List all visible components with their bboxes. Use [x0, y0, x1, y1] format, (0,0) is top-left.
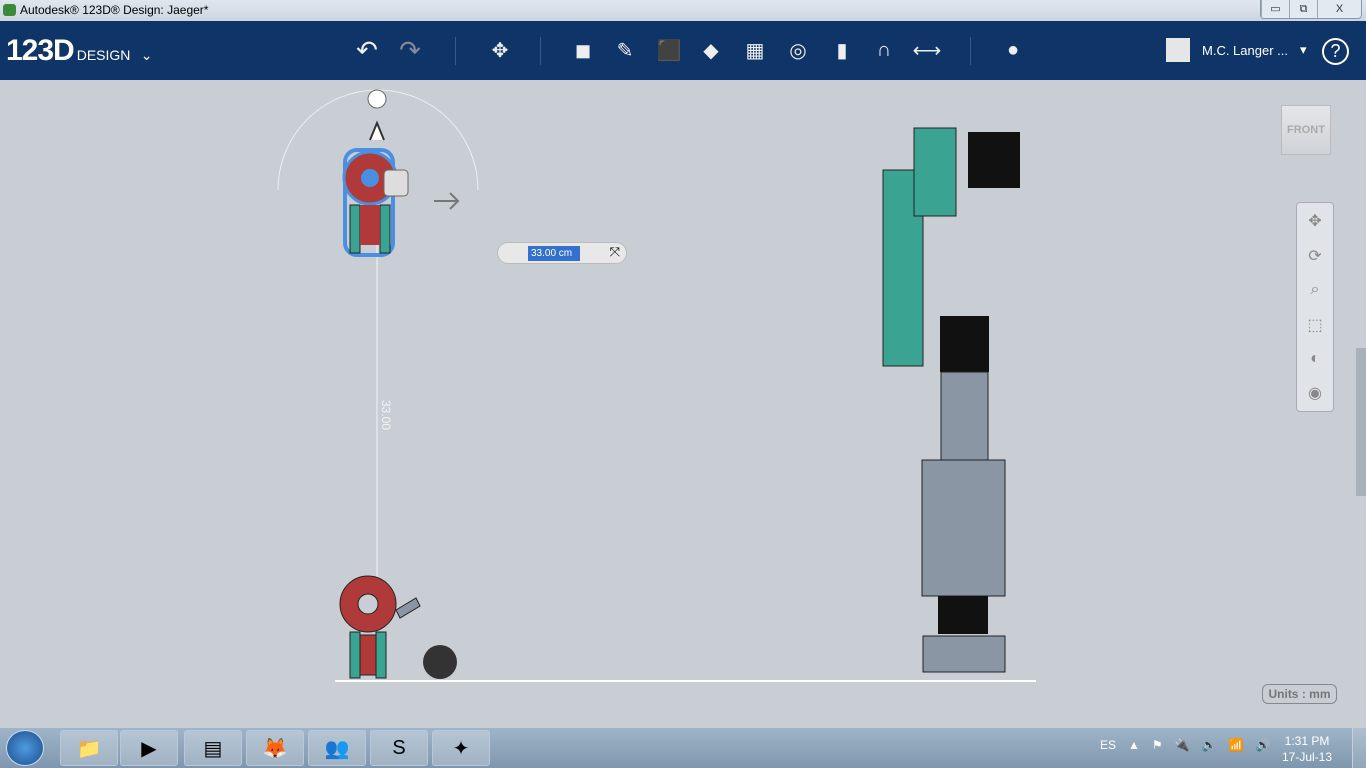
start-button[interactable]: [6, 730, 44, 766]
side-panel-tab[interactable]: [1356, 348, 1366, 496]
sphere-part[interactable]: [423, 645, 457, 679]
modify-button[interactable]: ◆: [698, 37, 724, 63]
language-indicator[interactable]: ES: [1100, 738, 1116, 752]
fit-icon[interactable]: ⬚: [1307, 315, 1322, 335]
close-button[interactable]: X: [1317, 0, 1361, 18]
selected-part[interactable]: [342, 148, 409, 257]
media-player-icon: ▶: [141, 737, 157, 760]
material-button[interactable]: ●: [1000, 37, 1026, 63]
sketch-button[interactable]: ✎: [612, 37, 638, 63]
material-icon: ●: [1006, 38, 1020, 61]
pan-icon[interactable]: ✥: [1308, 211, 1321, 231]
scene: 33.00: [277, 89, 1036, 682]
robot-part-bottom[interactable]: [339, 575, 421, 679]
measure-button[interactable]: ⟷: [912, 37, 942, 63]
snap-button[interactable]: ∩: [871, 37, 897, 63]
system-tray: ES ▲ ⚑ 🔌 🔈 📶 🔊: [1100, 738, 1270, 752]
show-desktop-button[interactable]: [1352, 728, 1366, 768]
navigation-bar: ✥ ⟳ ⌕ ⬚ ◐ ◉: [1296, 202, 1334, 412]
combine-icon: ▮: [836, 39, 848, 62]
orbit-icon[interactable]: ⟳: [1308, 246, 1321, 266]
app-menu-button[interactable]: 123D DESIGN ⌄: [6, 34, 152, 68]
grouping-button[interactable]: ◎: [785, 37, 811, 63]
pattern-button[interactable]: ▦: [742, 37, 768, 63]
move-right-arrow[interactable]: [434, 192, 460, 210]
firefox-taskbar-button[interactable]: 🦊: [246, 730, 304, 766]
app-logo-icon: [3, 4, 16, 16]
muted-speaker-icon[interactable]: 🔈: [1202, 738, 1217, 752]
caret-down-icon: ▾: [1299, 42, 1307, 57]
date: 17-Jul-13: [1282, 750, 1333, 764]
minimize-button[interactable]: ▭: [1261, 0, 1289, 18]
primitives-icon: ◼: [574, 39, 592, 62]
brand-sub: DESIGN: [76, 47, 131, 63]
3d-viewport[interactable]: 33.00: [0, 80, 1366, 728]
help-button[interactable]: ?: [1322, 38, 1349, 65]
combine-button[interactable]: ▮: [829, 37, 855, 63]
show-hidden-icon[interactable]: ▲: [1128, 738, 1140, 752]
brand-logo: 123D: [6, 34, 75, 67]
app-taskbar-button[interactable]: ▤: [184, 730, 242, 766]
taskbar: 📁 ▶ ▤ 🦊 👥 S ✦ ES ▲ ⚑ 🔌 🔈 📶 🔊 1:31 PM 17-Jul-13: [0, 728, 1366, 768]
dimension-label: 33.00: [379, 400, 393, 430]
snap-icon: ∩: [876, 38, 892, 61]
zoom-icon[interactable]: ⌕: [1311, 281, 1320, 299]
measure-icon: ⟷: [912, 39, 942, 62]
rotate-handle[interactable]: [367, 89, 387, 109]
units-button[interactable]: Units : mm: [1262, 684, 1337, 704]
time: 1:31 PM: [1284, 734, 1330, 748]
123d-taskbar-button[interactable]: ✦: [432, 730, 490, 766]
construct-icon: ⬛: [656, 39, 682, 62]
transform-button[interactable]: ✥: [487, 37, 513, 63]
123d-icon: ✦: [452, 737, 470, 760]
visibility-icon[interactable]: ◉: [1308, 383, 1322, 403]
user-name: M.C. Langer ...: [1202, 42, 1288, 58]
title-bar: Autodesk® 123D® Design: Jaeger* ▭ ⧉ X: [0, 0, 1366, 21]
construct-button[interactable]: ⬛: [656, 37, 682, 63]
messenger-taskbar-button[interactable]: 👥: [308, 730, 366, 766]
grouping-icon: ◎: [789, 39, 807, 62]
volume-icon[interactable]: 🔊: [1256, 738, 1271, 752]
transform-icon: ✥: [491, 39, 509, 62]
snap-icon[interactable]: ⤧: [610, 244, 620, 260]
media-player-taskbar-button[interactable]: ▶: [120, 730, 178, 766]
move-up-arrow[interactable]: [369, 120, 385, 141]
restore-button[interactable]: ⧉: [1289, 0, 1317, 18]
distance-input[interactable]: [528, 246, 580, 261]
app-icon: ▤: [203, 737, 223, 760]
skype-icon: S: [392, 736, 406, 759]
action-center-icon[interactable]: ⚑: [1152, 738, 1163, 752]
modify-icon: ◆: [703, 39, 719, 62]
power-icon[interactable]: 🔌: [1175, 738, 1190, 752]
view-cube[interactable]: FRONT: [1281, 105, 1331, 155]
skype-taskbar-button[interactable]: S: [370, 730, 428, 766]
visual-style-icon[interactable]: ◐: [1310, 350, 1320, 368]
explorer-icon: 📁: [76, 737, 102, 760]
main-toolbar: 123D DESIGN ⌄ ↶ ↷ ✥ ◼ ✎ ⬛ ◆ ▦ ◎ ▮ ∩ ⟷ ● M.C. Langer…: [0, 21, 1366, 80]
undo-button[interactable]: ↶: [354, 35, 380, 65]
window-title: Autodesk® 123D® Design: Jaeger*: [20, 3, 209, 17]
pattern-icon: ▦: [745, 39, 765, 62]
firefox-icon: 🦊: [262, 737, 288, 760]
avatar: [1166, 38, 1190, 62]
messenger-icon: 👥: [324, 737, 350, 760]
network-icon[interactable]: 📶: [1229, 738, 1244, 752]
explorer-taskbar-button[interactable]: 📁: [60, 730, 118, 766]
dimension-input-box: ⤧: [497, 242, 627, 264]
user-menu[interactable]: M.C. Langer ... ▾: [1166, 38, 1307, 62]
redo-button[interactable]: ↷: [397, 35, 423, 65]
robot-side-view[interactable]: [882, 127, 1020, 673]
chevron-down-icon: ⌄: [140, 47, 153, 63]
sketch-icon: ✎: [616, 39, 634, 62]
clock[interactable]: 1:31 PM 17-Jul-13: [1282, 733, 1332, 765]
primitives-button[interactable]: ◼: [570, 37, 596, 63]
